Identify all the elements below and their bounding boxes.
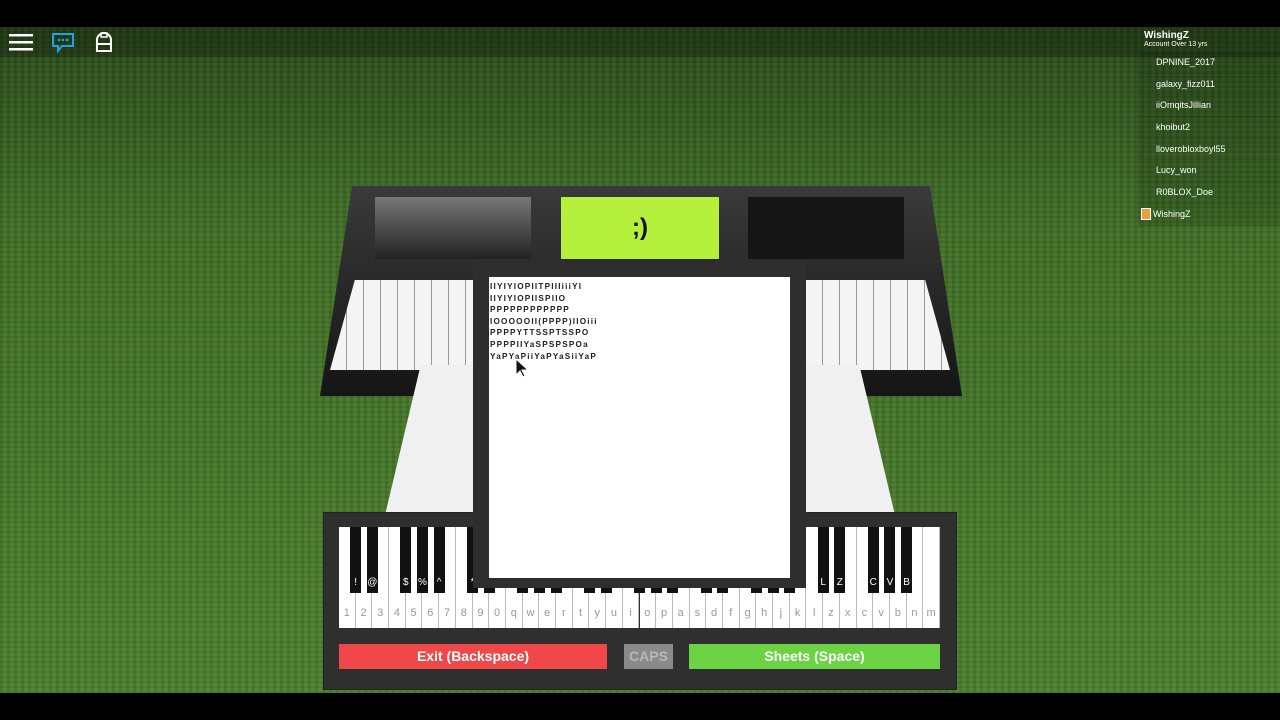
black-key[interactable]: V bbox=[884, 527, 896, 593]
black-key[interactable]: C bbox=[867, 527, 879, 593]
sheet-line: PPPPPPPPPPPP bbox=[490, 305, 570, 315]
player-name: DPNINE_2017 bbox=[1156, 57, 1216, 67]
player-row[interactable]: iiOmqitsJillian bbox=[1138, 95, 1280, 118]
sheet-line: PPPPIIYaSPSPSPOa bbox=[490, 339, 589, 349]
black-key[interactable]: @ bbox=[366, 527, 378, 593]
sheets-button[interactable]: Sheets (Space) bbox=[689, 644, 940, 669]
player-row[interactable]: DPNINE_2017 bbox=[1138, 52, 1280, 74]
black-key[interactable]: L bbox=[817, 527, 829, 593]
membership-badge-icon bbox=[1141, 208, 1151, 221]
player-row[interactable]: lloverobloxboyl55 bbox=[1138, 138, 1280, 161]
player-row[interactable]: R0BLOX_Doe bbox=[1138, 182, 1280, 204]
topbar bbox=[0, 27, 1280, 57]
menu-icon[interactable] bbox=[8, 31, 34, 53]
player-name: iiOmqitsJillian bbox=[1156, 100, 1212, 111]
player-row[interactable]: WishingZ bbox=[1138, 203, 1280, 226]
mouse-cursor-icon bbox=[515, 358, 529, 378]
sheet-line: YaPYaPiiYaPYaSiiYaP bbox=[490, 351, 598, 361]
player-name: khoibut2 bbox=[1156, 122, 1191, 133]
black-key[interactable]: ! bbox=[350, 527, 362, 593]
chat-icon[interactable] bbox=[50, 31, 76, 53]
black-key[interactable]: B bbox=[901, 527, 913, 593]
black-key[interactable]: Z bbox=[834, 527, 846, 593]
black-key[interactable]: $ bbox=[400, 527, 412, 593]
account-status: Account Over 13 yrs bbox=[1144, 41, 1208, 48]
exit-button[interactable]: Exit (Backspace) bbox=[339, 644, 607, 669]
player-name: R0BLOX_Doe bbox=[1156, 187, 1214, 198]
player-row[interactable]: galaxy_fizz011 bbox=[1138, 73, 1280, 96]
player-name: lloverobloxboyl55 bbox=[1156, 143, 1226, 154]
sheet-line: PPPPYTTSSPTSSPO bbox=[490, 328, 590, 338]
sheet-line: IOOOOOII(PPPP)IIOiii bbox=[490, 316, 598, 326]
local-player-name: WishingZ bbox=[1144, 30, 1189, 41]
white-key[interactable]: m bbox=[923, 527, 940, 628]
player-name: WishingZ bbox=[1153, 208, 1191, 219]
sheet-line: IIYIYIOPIISPIIO bbox=[490, 293, 567, 303]
black-key[interactable]: ^ bbox=[433, 527, 445, 593]
player-row[interactable]: Lucy_won bbox=[1138, 160, 1280, 183]
piano-screen-left bbox=[375, 197, 531, 259]
player-name: galaxy_fizz011 bbox=[1156, 78, 1215, 89]
piano-screen-right bbox=[748, 197, 904, 259]
player-name: Lucy_won bbox=[1156, 165, 1197, 176]
black-key[interactable]: % bbox=[416, 527, 428, 593]
backpack-icon[interactable] bbox=[91, 31, 117, 53]
sheet-music-text[interactable]: IIYIYIOPIITPIIIiiiYI IIYIYIOPIISPIIO PPPPP… bbox=[489, 277, 790, 578]
piano-screen-center: ;) bbox=[561, 197, 719, 259]
caps-button[interactable]: CAPS bbox=[624, 644, 673, 669]
player-row[interactable]: khoibut2 bbox=[1138, 117, 1280, 139]
player-list: WishingZ Account Over 13 yrs DPNINE_2017… bbox=[1138, 30, 1280, 226]
sheet-panel: IIYIYIOPIITPIIIiiiYI IIYIYIOPIISPIIO PPPPP… bbox=[473, 262, 806, 588]
sheet-line: IIYIYIOPIITPIIIiiiYI bbox=[490, 282, 583, 291]
